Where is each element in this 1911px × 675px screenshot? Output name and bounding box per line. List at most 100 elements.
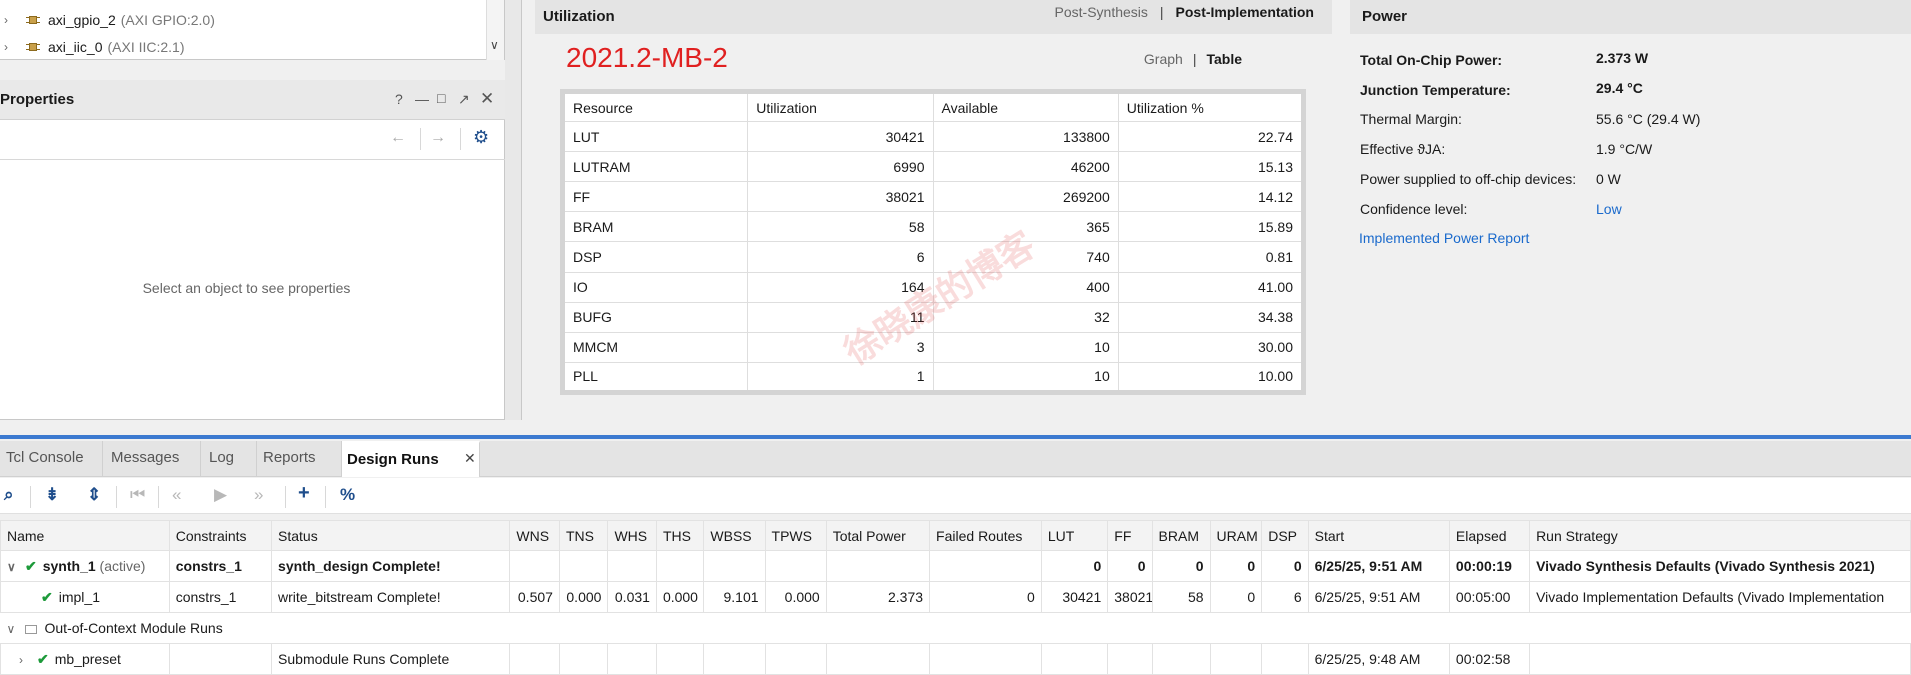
- scroll-down-icon[interactable]: ∨: [490, 38, 499, 52]
- panel-divider[interactable]: [0, 435, 1911, 439]
- table-row[interactable]: LUT 30421 133800 22.74: [561, 120, 1305, 153]
- close-tab-icon[interactable]: ✕: [464, 450, 476, 467]
- expand-all-icon[interactable]: ⇕: [87, 485, 101, 505]
- column-header[interactable]: Available: [932, 91, 1119, 122]
- column-header[interactable]: BRAM: [1151, 520, 1211, 551]
- first-icon[interactable]: ⏮: [130, 485, 145, 505]
- previous-icon[interactable]: «: [172, 485, 181, 505]
- collapse-all-icon[interactable]: ⇟: [45, 485, 59, 505]
- toolbar-divider: [460, 128, 461, 150]
- utilization-panel: Utilization Post-Synthesis | Post-Implemen…: [535, 0, 1345, 420]
- uram-cell: [1209, 643, 1263, 675]
- confidence-level-link[interactable]: Low: [1596, 201, 1622, 217]
- column-header[interactable]: Resource: [561, 91, 749, 122]
- power-label: Effective ϑJA:: [1360, 141, 1446, 157]
- design-runs-toolbar: ⌕ ⇟ ⇕ ⏮ « ▶ » + %: [0, 478, 1911, 514]
- resource-cell: BRAM: [561, 211, 749, 243]
- column-header[interactable]: Elapsed: [1448, 520, 1531, 551]
- forward-arrow-icon[interactable]: →: [430, 129, 446, 147]
- elapsed-cell: 00:00:19: [1448, 550, 1531, 582]
- column-header[interactable]: DSP: [1261, 520, 1309, 551]
- column-header[interactable]: Status: [271, 520, 511, 551]
- help-icon[interactable]: ?: [395, 91, 403, 107]
- table-row[interactable]: PLL 1 10 10.00: [561, 361, 1305, 394]
- lut-cell: [1040, 643, 1109, 675]
- power-report-link[interactable]: Implemented Power Report: [1359, 230, 1529, 246]
- run-icon[interactable]: ▶: [214, 485, 227, 505]
- column-header[interactable]: Start: [1307, 520, 1450, 551]
- mode-post-synthesis[interactable]: Post-Synthesis: [1055, 4, 1148, 20]
- table-row-synth-1[interactable]: ∨ ✔ synth_1 (active) constrs_1 synth_desig…: [0, 550, 1911, 582]
- total-power-cell: [825, 643, 931, 675]
- table-row[interactable]: FF 38021 269200 14.12: [561, 181, 1305, 213]
- percent-cell: 30.00: [1117, 331, 1305, 363]
- table-row[interactable]: BRAM 58 365 15.89: [561, 211, 1305, 243]
- column-header[interactable]: URAM: [1209, 520, 1263, 551]
- table-row-ooc-group[interactable]: ∨ Out-of-Context Module Runs: [0, 612, 1911, 644]
- column-header[interactable]: Run Strategy: [1529, 520, 1911, 551]
- maximize-icon[interactable]: □: [437, 90, 445, 106]
- properties-header: Properties ? — □ ↗ ✕: [0, 80, 505, 120]
- percent-cell: 0.81: [1117, 241, 1305, 273]
- table-row-mb-preset[interactable]: › ✔ mb_preset Submodule Runs Complete 6/25…: [0, 643, 1911, 675]
- power-value: 29.4 °C: [1596, 80, 1643, 96]
- float-icon[interactable]: ↗: [458, 91, 470, 108]
- percent-icon[interactable]: %: [340, 485, 355, 505]
- dsp-cell: [1261, 643, 1309, 675]
- gear-icon[interactable]: ⚙: [473, 127, 489, 148]
- table-row-impl-1[interactable]: ✔ impl_1 constrs_1 write_bitstream Comple…: [0, 581, 1911, 613]
- next-icon[interactable]: »: [254, 485, 263, 505]
- back-arrow-icon[interactable]: ←: [390, 129, 406, 147]
- tree-scrollbar[interactable]: ∨: [486, 0, 504, 60]
- column-header[interactable]: Constraints: [168, 520, 273, 551]
- expand-chevron-icon[interactable]: ›: [4, 13, 18, 27]
- expand-chevron-icon[interactable]: ›: [19, 653, 37, 667]
- column-header[interactable]: LUT: [1040, 520, 1109, 551]
- column-header[interactable]: Total Power: [825, 520, 931, 551]
- mode-post-implementation[interactable]: Post-Implementation: [1176, 4, 1314, 20]
- close-icon[interactable]: ✕: [480, 89, 494, 109]
- collapse-chevron-icon[interactable]: ∨: [7, 622, 25, 636]
- tab-reports[interactable]: Reports: [257, 441, 342, 477]
- ths-cell: [655, 643, 705, 675]
- power-panel: Power Total On-Chip Power: 2.373 W Junct…: [1345, 0, 1911, 420]
- minimize-icon[interactable]: —: [415, 91, 429, 107]
- add-icon[interactable]: +: [298, 482, 310, 505]
- available-cell: 133800: [932, 120, 1119, 153]
- bottom-tab-bar: Tcl Console Messages Log Reports Design …: [0, 441, 1911, 477]
- whs-cell: [607, 550, 657, 582]
- column-header[interactable]: Failed Routes: [929, 520, 1042, 551]
- collapse-chevron-icon[interactable]: ∨: [7, 560, 25, 574]
- tab-messages[interactable]: Messages: [103, 441, 201, 477]
- view-table[interactable]: Table: [1206, 51, 1242, 67]
- tab-log[interactable]: Log: [201, 441, 257, 477]
- percent-cell: 10.00: [1117, 361, 1305, 394]
- column-header[interactable]: WBSS: [703, 520, 766, 551]
- column-header[interactable]: Utilization %: [1117, 91, 1305, 122]
- tree-item-axi-iic-0[interactable]: › axi_iic_0 (AXI IIC:2.1): [0, 34, 185, 60]
- column-header[interactable]: WNS: [509, 520, 560, 551]
- properties-panel: Properties ? — □ ↗ ✕ ← → ⚙ Select an obj…: [0, 80, 505, 420]
- panel-splitter[interactable]: [505, 0, 522, 420]
- column-header[interactable]: TPWS: [764, 520, 827, 551]
- column-header[interactable]: Utilization: [747, 91, 934, 122]
- table-row[interactable]: LUTRAM 6990 46200 15.13: [561, 151, 1305, 183]
- power-header: Power: [1350, 0, 1911, 34]
- tab-tcl-console[interactable]: Tcl Console: [0, 441, 103, 477]
- toolbar-divider: [285, 486, 286, 508]
- column-header[interactable]: WHS: [607, 520, 657, 551]
- search-icon[interactable]: ⌕: [4, 485, 14, 505]
- column-header[interactable]: Name: [0, 520, 170, 551]
- expand-chevron-icon[interactable]: ›: [4, 40, 18, 54]
- view-graph[interactable]: Graph: [1144, 51, 1183, 67]
- column-header[interactable]: TNS: [558, 520, 609, 551]
- column-header[interactable]: THS: [655, 520, 705, 551]
- column-header[interactable]: FF: [1107, 520, 1153, 551]
- lut-cell: 0: [1040, 550, 1109, 582]
- wns-cell: [509, 550, 560, 582]
- tab-design-runs[interactable]: Design Runs: [342, 441, 480, 477]
- ip-block-icon: [26, 41, 40, 53]
- start-cell: 6/25/25, 9:48 AM: [1307, 643, 1450, 675]
- tree-item-axi-gpio-2[interactable]: › axi_gpio_2 (AXI GPIO:2.0): [0, 7, 215, 33]
- table-row[interactable]: MMCM 3 10 30.00: [561, 331, 1305, 363]
